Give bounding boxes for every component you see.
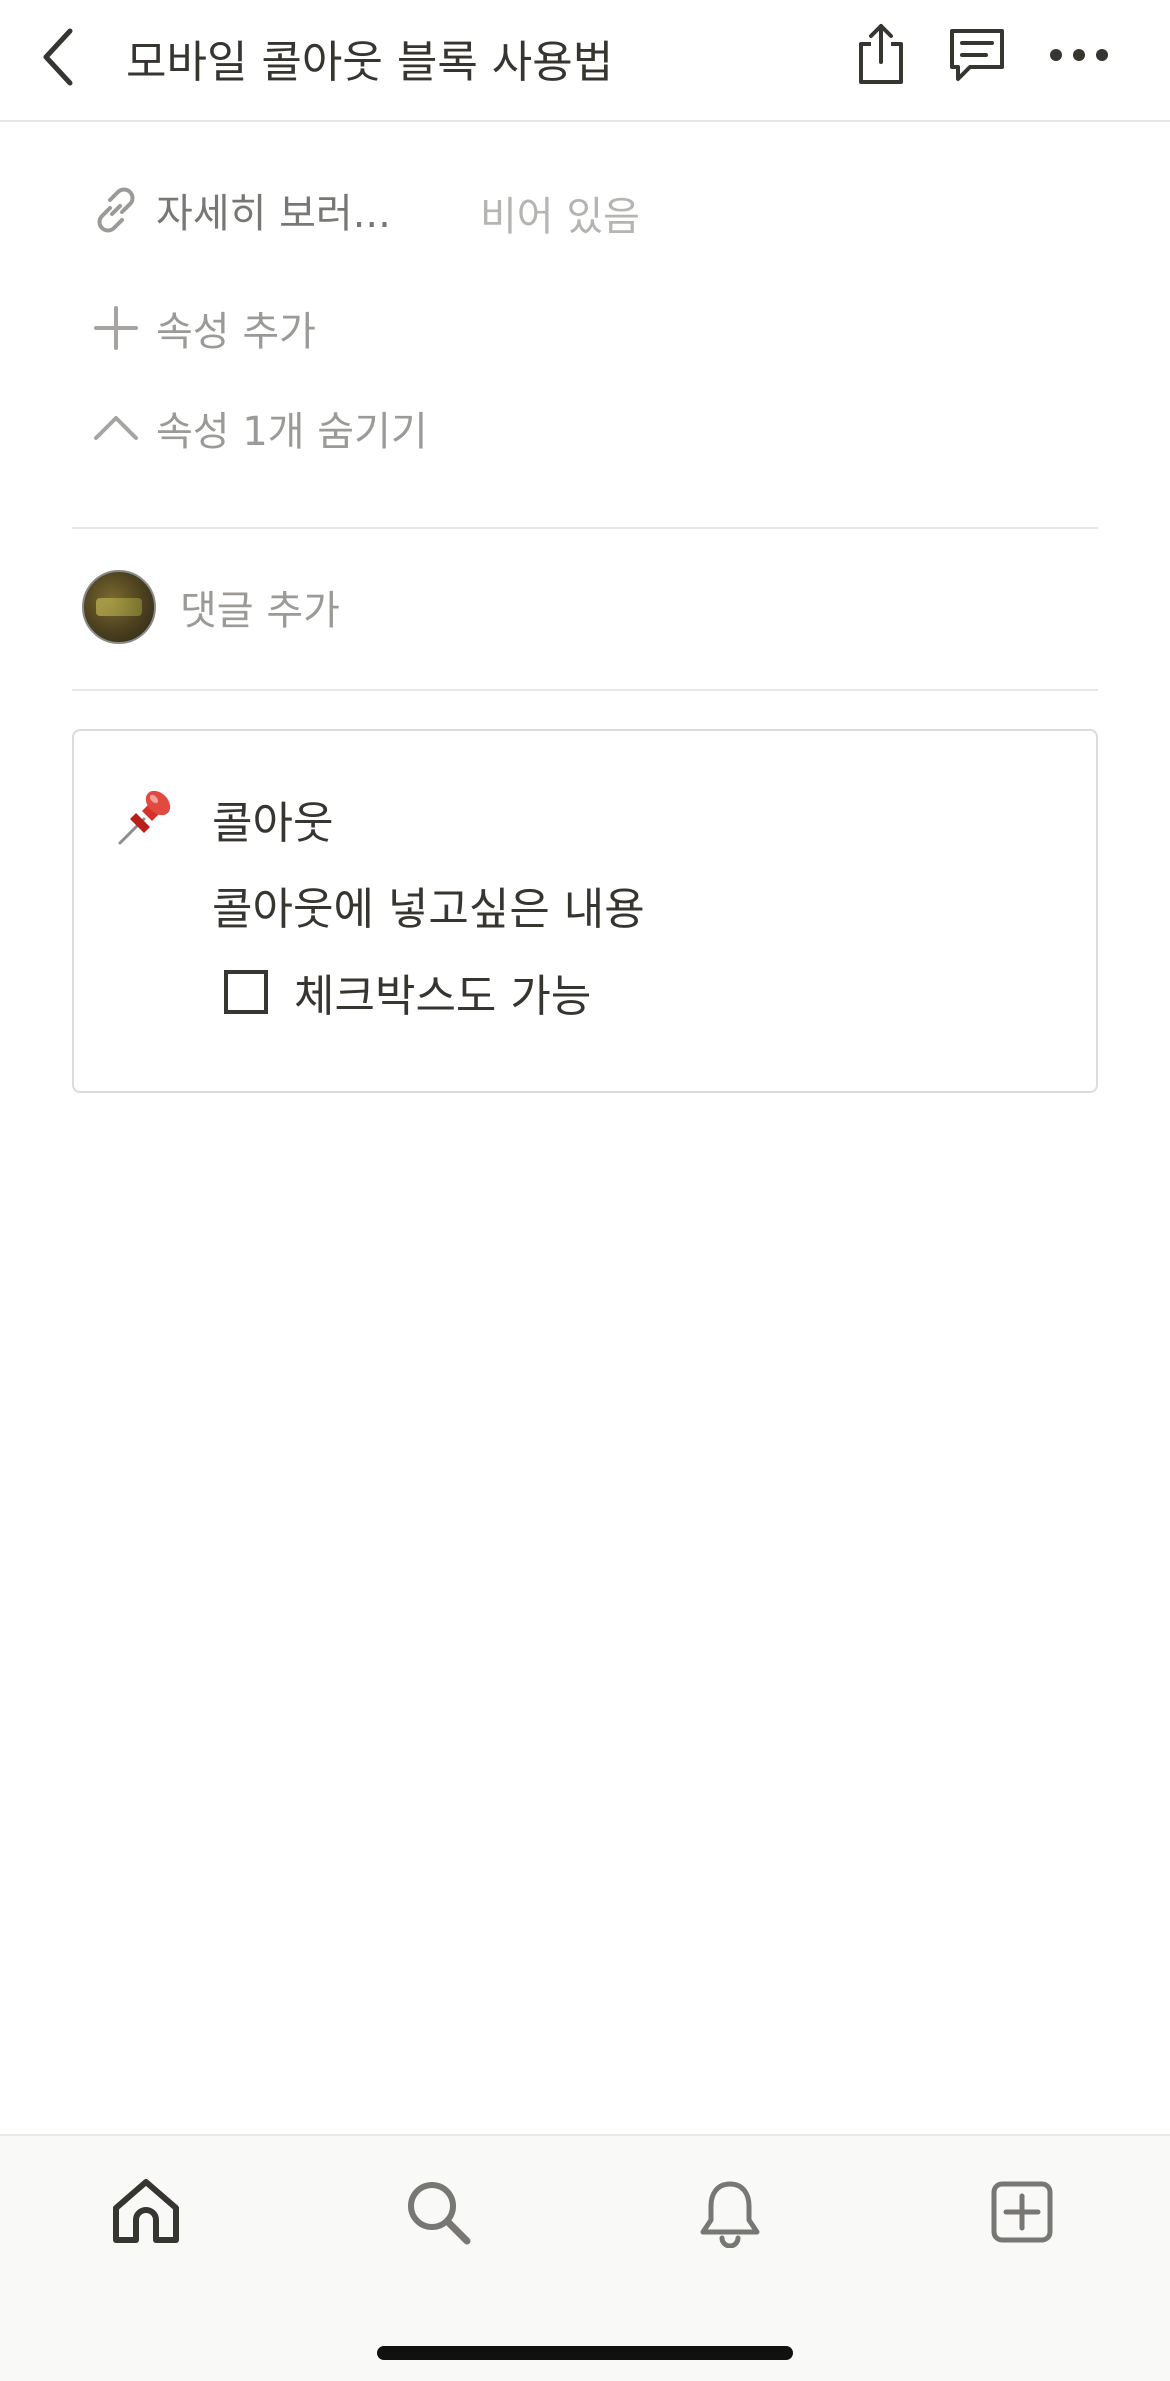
hide-properties-button[interactable]: 속성 1개 숨기기 (88, 398, 428, 458)
callout-body-text: 콜아웃에 넣고싶은 내용 (212, 884, 645, 935)
page-title: 모바일 콜아웃 블록 사용법 (126, 37, 614, 88)
comments-button[interactable] (944, 22, 1010, 88)
todo-text: 체크박스도 가능 (294, 971, 592, 1022)
bottom-tab-bar (0, 2134, 1170, 2381)
back-button[interactable] (30, 22, 86, 92)
hide-properties-label: 속성 1개 숨기기 (156, 409, 428, 455)
todo-checkbox[interactable] (224, 970, 268, 1014)
pushpin-icon (118, 790, 171, 845)
tab-notifications[interactable] (680, 2162, 780, 2262)
home-icon (113, 2179, 179, 2243)
plus-square-icon (991, 2181, 1053, 2243)
tab-home[interactable] (96, 2162, 196, 2262)
bell-icon (700, 2181, 760, 2248)
property-value-empty[interactable]: 비어 있음 (480, 184, 640, 242)
more-options-button[interactable] (1046, 22, 1112, 88)
tab-new-page[interactable] (972, 2162, 1072, 2262)
tab-search[interactable] (388, 2162, 488, 2262)
chevron-up-icon (88, 400, 144, 456)
todo-item: 체크박스도 가능 (224, 957, 591, 1027)
divider (72, 689, 1098, 691)
share-icon (859, 24, 903, 84)
top-navigation-bar: 모바일 콜아웃 블록 사용법 (0, 0, 1170, 122)
property-name: 자세히 보러... (156, 191, 391, 237)
more-horizontal-icon (1050, 49, 1108, 61)
add-comment-input[interactable]: 댓글 추가 (180, 578, 340, 636)
share-button[interactable] (848, 22, 914, 88)
comment-icon (950, 29, 1004, 81)
callout-title: 콜아웃 (212, 798, 334, 849)
property-row-link[interactable]: 자세히 보러... (88, 180, 391, 240)
home-indicator[interactable] (377, 2346, 793, 2360)
search-icon (408, 2182, 471, 2245)
add-property-label: 속성 추가 (156, 309, 316, 355)
chevron-left-icon (43, 28, 73, 86)
add-property-button[interactable]: 속성 추가 (88, 298, 316, 358)
link-icon (88, 182, 144, 238)
callout-block[interactable]: 콜아웃 콜아웃에 넣고싶은 내용 체크박스도 가능 (72, 729, 1098, 1093)
divider (72, 527, 1098, 529)
plus-icon (88, 300, 144, 356)
user-avatar (82, 570, 156, 644)
